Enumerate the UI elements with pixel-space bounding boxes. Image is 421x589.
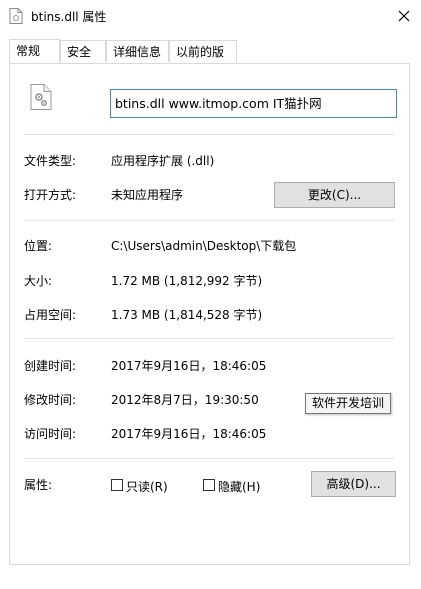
file-type-value: 应用程序扩展 (.dll) bbox=[111, 154, 215, 168]
hidden-checkbox[interactable] bbox=[203, 479, 215, 491]
hidden-label[interactable]: 隐藏(H) bbox=[218, 478, 260, 495]
divider bbox=[24, 220, 394, 221]
open-with-label: 打开方式: bbox=[24, 188, 77, 202]
advanced-button[interactable]: 高级(D)... bbox=[311, 471, 396, 497]
window-title: btins.dll 属性 bbox=[31, 10, 107, 24]
accessed-label: 访问时间: bbox=[24, 427, 77, 441]
tab-label: 常规 bbox=[16, 44, 41, 58]
title-bar: btins.dll 属性 bbox=[0, 0, 421, 32]
change-button[interactable]: 更改(C)... bbox=[274, 182, 395, 208]
readonly-label[interactable]: 只读(R) bbox=[126, 478, 168, 495]
readonly-checkbox[interactable] bbox=[111, 479, 123, 491]
tab-security[interactable]: 安全 bbox=[60, 40, 106, 62]
file-type-label: 文件类型: bbox=[24, 154, 77, 168]
divider bbox=[24, 338, 394, 339]
tab-general[interactable]: 常规 bbox=[9, 39, 60, 64]
file-name-input[interactable]: btins.dll www.itmop.com IT猫扑网 bbox=[110, 89, 397, 118]
size-value: 1.72 MB (1,812,992 字节) bbox=[111, 274, 263, 288]
created-label: 创建时间: bbox=[24, 359, 77, 373]
attributes-label: 属性: bbox=[24, 478, 53, 492]
tab-label: 详细信息 bbox=[113, 45, 162, 59]
file-name-value: btins.dll www.itmop.com IT猫扑网 bbox=[115, 96, 322, 111]
modified-value: 2012年8月7日，19:30:50 bbox=[111, 393, 259, 407]
file-icon bbox=[9, 8, 23, 24]
size-on-disk-label: 占用空间: bbox=[24, 308, 77, 322]
created-value: 2017年9月16日，18:46:05 bbox=[111, 359, 267, 373]
divider bbox=[24, 134, 394, 135]
accessed-value: 2017年9月16日，18:46:05 bbox=[111, 427, 267, 441]
tab-previous-versions[interactable]: 以前的版本 bbox=[169, 40, 237, 81]
dll-gear-icon bbox=[30, 84, 52, 110]
open-with-value: 未知应用程序 bbox=[111, 188, 184, 202]
close-button[interactable] bbox=[387, 0, 421, 32]
location-value: C:\Users\admin\Desktop\下载包 bbox=[111, 239, 297, 253]
modified-label: 修改时间: bbox=[24, 393, 77, 407]
size-on-disk-value: 1.73 MB (1,814,528 字节) bbox=[111, 308, 263, 322]
size-label: 大小: bbox=[24, 274, 53, 288]
close-icon bbox=[398, 10, 410, 22]
tab-label: 安全 bbox=[67, 45, 92, 59]
tab-details[interactable]: 详细信息 bbox=[106, 40, 169, 62]
divider bbox=[24, 458, 394, 459]
location-label: 位置: bbox=[24, 239, 53, 253]
tooltip: 软件开发培训 bbox=[305, 393, 392, 414]
